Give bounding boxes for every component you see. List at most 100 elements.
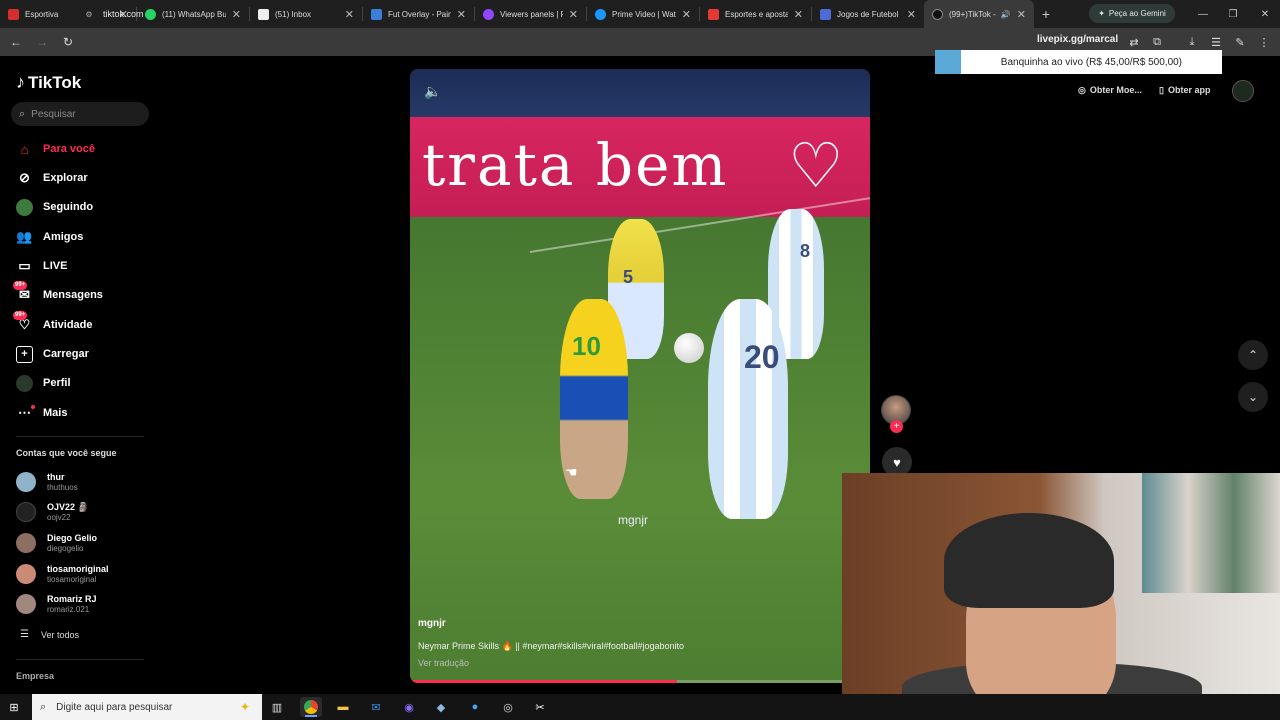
nav-label: Atividade	[43, 319, 93, 331]
taskbar-search-input[interactable]: ⌕ Digite aqui para pesquisar ✦	[32, 694, 262, 720]
gemini-sparkle-icon: ✦	[1098, 9, 1105, 18]
tiktok-sidebar: ♪ TikTok ⌕ Pesquisar ⌂ Para você ⊘ Explo…	[0, 56, 160, 696]
download-icon[interactable]: ⤓	[1182, 32, 1202, 52]
nav-perfil[interactable]: Perfil	[16, 372, 71, 394]
discord-icon[interactable]: ◉	[398, 697, 420, 717]
messenger-icon[interactable]: ●	[464, 697, 486, 717]
chrome-taskbar-icon[interactable]	[300, 697, 322, 717]
jersey-number: 10	[572, 331, 601, 361]
live-icon: ▭	[18, 258, 31, 273]
sidebar-divider	[16, 436, 144, 437]
upload-icon: +	[16, 345, 33, 363]
avatar	[16, 472, 36, 492]
activity-badge: 99+	[13, 310, 28, 320]
get-coins-label: Obter Moe...	[1089, 85, 1142, 95]
nav-mensagens[interactable]: ✉ 99+ Mensagens	[13, 280, 103, 306]
avatar	[16, 502, 36, 522]
followed-account[interactable]: tiosamoriginal tiosamoriginal	[16, 561, 109, 587]
video-author[interactable]: mgnjr	[418, 618, 446, 629]
list-icon: ☰	[20, 629, 29, 640]
video-watermark: mgnjr	[618, 513, 649, 527]
nav-live[interactable]: ▭ LIVE	[16, 255, 67, 277]
nav-mais[interactable]: ⋯ Mais	[16, 402, 67, 424]
nav-label: LIVE	[43, 260, 68, 272]
extensions-icon[interactable]: ⧉	[1147, 32, 1167, 52]
compass-icon: ⊘	[19, 170, 30, 185]
sparkle-icon: ✦	[239, 700, 250, 714]
obs-icon[interactable]: ◎	[497, 697, 519, 717]
follow-plus-icon[interactable]: +	[890, 420, 903, 433]
jersey-number: 20	[744, 339, 780, 375]
task-view-icon[interactable]: ▥	[266, 697, 288, 717]
followed-account[interactable]: Romariz RJ romariz.021	[16, 591, 97, 617]
tiktok-logo[interactable]: ♪ TikTok	[16, 72, 81, 93]
search-icon: ⌕	[40, 700, 47, 713]
next-video-button[interactable]: ⌄	[1238, 382, 1268, 412]
see-translation-link[interactable]: Ver tradução	[418, 658, 469, 668]
avatar	[16, 564, 36, 584]
company-link[interactable]: Empresa	[16, 671, 54, 681]
close-window-button[interactable]: ✕	[1250, 0, 1280, 28]
video-progress-bar[interactable]	[410, 680, 870, 683]
minimize-button[interactable]: —	[1188, 0, 1218, 28]
capcut-icon[interactable]: ✂	[529, 697, 551, 717]
donation-goal-bar: Banquinha ao vivo (R$ 45,00/R$ 500,00)	[935, 50, 1222, 74]
account-handle: thuthuos	[47, 482, 78, 492]
get-coins-button[interactable]: ◎ Obter Moe...	[1078, 82, 1142, 98]
reload-button[interactable]: ↻	[56, 30, 80, 54]
account-handle: romariz.021	[47, 604, 90, 614]
messages-badge: 99+	[13, 280, 28, 290]
get-app-button[interactable]: ▯ Obter app	[1159, 82, 1210, 98]
logo-text: TikTok	[28, 72, 82, 92]
player-figure	[708, 299, 788, 519]
previous-video-button[interactable]: ⌃	[1238, 340, 1268, 370]
forward-button[interactable]: →	[30, 30, 54, 54]
nav-label: Seguindo	[43, 201, 94, 213]
address-bar[interactable]: ⚙ tiktok.com	[82, 4, 1082, 24]
gemini-button[interactable]: ✦ Peça ao Gemini	[1089, 4, 1175, 23]
donation-goal-label: Banquinha ao vivo (R$ 45,00/R$ 500,00)	[1000, 56, 1183, 68]
user-avatar[interactable]	[1232, 80, 1254, 102]
tiktok-note-icon: ♪	[16, 72, 25, 92]
nav-atividade[interactable]: ♡ 99+ Atividade	[13, 310, 93, 336]
steam-icon[interactable]: ◆	[430, 697, 452, 717]
taskbar-search-placeholder: Digite aqui para pesquisar	[56, 701, 173, 713]
search-input[interactable]: ⌕ Pesquisar	[11, 102, 149, 126]
windows-start-icon[interactable]: ⊞	[6, 699, 22, 715]
nav-label: Mensagens	[43, 289, 103, 301]
nav-para-voce[interactable]: ⌂ Para você	[16, 138, 95, 160]
see-all-link[interactable]: ☰ Ver todos	[20, 629, 79, 640]
favicon-icon	[8, 8, 19, 20]
reading-list-icon[interactable]: ☰	[1206, 32, 1226, 52]
followed-account[interactable]: thur thuthuos	[16, 469, 78, 495]
board-heart-icon: ♡	[788, 132, 844, 201]
livepix-overlay-text: livepix.gg/marcal	[1037, 34, 1119, 45]
nav-carregar[interactable]: + Carregar	[16, 343, 89, 365]
streamer-cap	[944, 513, 1114, 608]
share-icon[interactable]: ⇄	[1124, 32, 1144, 52]
followed-account[interactable]: OJV22 🗿 oojv22	[16, 499, 89, 525]
nav-explorar[interactable]: ⊘ Explorar	[16, 167, 88, 189]
volume-icon[interactable]: 🔈	[424, 83, 441, 100]
account-name: thur	[47, 471, 65, 482]
url-text: tiktok.com	[103, 9, 144, 19]
coin-icon: ◎	[1078, 84, 1086, 95]
nav-label: Para você	[43, 143, 95, 155]
nav-label: Mais	[43, 407, 68, 419]
board-text: trata bem	[422, 131, 729, 199]
followed-account[interactable]: Diego Gelio diegogelio	[16, 530, 97, 556]
profile-extension-icon[interactable]: ✎	[1230, 32, 1250, 52]
account-name: Romariz RJ	[47, 593, 97, 604]
profile-icon	[16, 374, 33, 392]
restore-button[interactable]: ❐	[1218, 0, 1248, 28]
search-placeholder: Pesquisar	[31, 108, 76, 120]
site-info-icon[interactable]: ⚙	[82, 7, 96, 21]
nav-amigos[interactable]: 👥 Amigos	[16, 226, 83, 248]
video-player[interactable]: trata bem ♡ 10 5 8 20 🔈 mgnjr mgnjr Neym…	[410, 69, 870, 683]
menu-icon[interactable]: ⋮	[1254, 32, 1274, 52]
nav-seguindo[interactable]: Seguindo	[16, 196, 93, 218]
nav-label: Amigos	[43, 231, 84, 243]
mail-icon[interactable]: ✉	[365, 697, 387, 717]
file-explorer-icon[interactable]: ▬	[332, 697, 354, 717]
back-button[interactable]: ←	[4, 30, 28, 54]
